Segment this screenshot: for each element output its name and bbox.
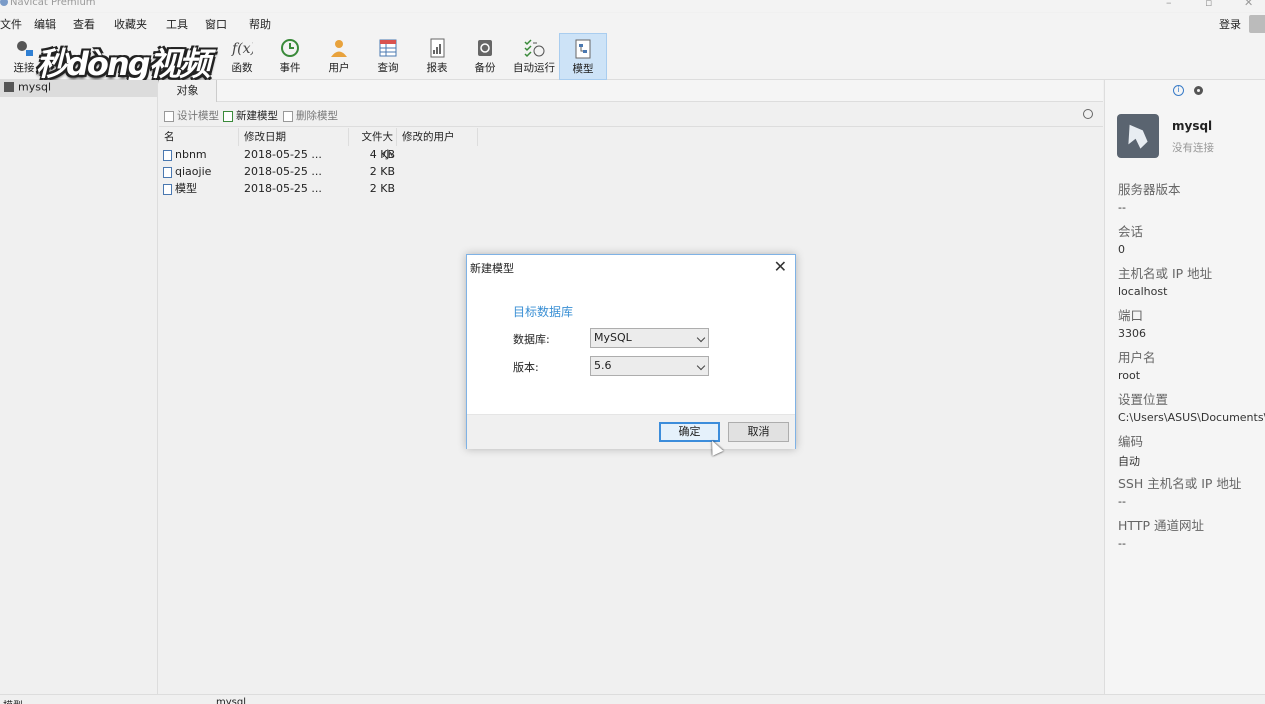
menu-window[interactable]: 窗口	[205, 16, 227, 32]
row-name: qiaojie	[163, 163, 211, 180]
gear-icon[interactable]	[1194, 86, 1203, 95]
user-avatar-icon[interactable]	[1249, 15, 1265, 33]
backup-icon	[478, 40, 492, 56]
delete-model-icon	[283, 110, 293, 122]
chevron-down-icon	[696, 361, 706, 371]
tab-objects[interactable]: 对象	[159, 80, 217, 102]
column-header-user[interactable]: 修改的用户	[397, 128, 478, 146]
tool-event[interactable]: 事件	[266, 33, 314, 80]
title-bar: Navicat Premium – ▫ ✕	[0, 0, 1265, 12]
row-date: 2018-05-25 ...	[244, 182, 322, 195]
schedule-icon	[524, 39, 545, 58]
connection-status: 没有连接	[1172, 142, 1214, 154]
model-file-icon	[163, 149, 172, 161]
event-clock-icon	[281, 39, 299, 57]
database-label: 数据库:	[513, 333, 550, 346]
info-host: 主机名或 IP 地址 localhost	[1118, 266, 1213, 298]
status-connection: mysql	[216, 697, 246, 704]
info-http-tunnel: HTTP 通道网址 --	[1118, 518, 1204, 550]
model-icon	[575, 39, 591, 59]
row-size: 2 KB	[369, 165, 395, 178]
row-name: nbnm	[163, 146, 207, 163]
database-select[interactable]: MySQL	[590, 328, 709, 348]
connection-name: mysql	[1172, 119, 1213, 133]
tool-schedule[interactable]: 自动运行	[510, 33, 558, 80]
info-icon[interactable]: i	[1173, 85, 1184, 96]
info-session: 会话 0	[1118, 224, 1144, 256]
tool-user[interactable]: 用户	[315, 33, 363, 80]
window-title: Navicat Premium	[0, 0, 96, 8]
tool-backup[interactable]: 备份	[461, 33, 509, 80]
app-window: Navicat Premium – ▫ ✕ 文件 编辑 查看 收藏夹 工具 窗口…	[0, 0, 1265, 704]
dialog-footer: 确定 取消	[467, 414, 795, 449]
model-file-icon	[163, 183, 172, 195]
info-server-version: 服务器版本 --	[1118, 182, 1181, 214]
tool-query[interactable]: 查询	[364, 33, 412, 80]
version-select[interactable]: 5.6	[590, 356, 709, 376]
cancel-button[interactable]: 取消	[728, 422, 789, 442]
svg-text:f(x): f(x)	[231, 41, 253, 57]
menu-tools[interactable]: 工具	[166, 16, 188, 32]
menu-bar: 文件 编辑 查看 收藏夹 工具 窗口 帮助 登录	[0, 13, 1265, 33]
delete-model-button[interactable]: 删除模型	[283, 108, 338, 123]
version-label: 版本:	[513, 361, 539, 374]
row-date: 2018-05-25 ...	[244, 165, 322, 178]
tool-report[interactable]: 报表	[413, 33, 461, 80]
navicat-icon	[0, 0, 8, 6]
row-size: 2 KB	[369, 182, 395, 195]
search-icon[interactable]	[1083, 109, 1093, 119]
object-toolbar: 设计模型 新建模型 删除模型	[159, 103, 1103, 127]
row-date: 2018-05-25 ...	[244, 148, 322, 161]
info-panel: i mysql 没有连接 服务器版本 -- 会话 0 主机名或 IP 地址 local…	[1104, 80, 1265, 694]
mysql-dolphin-icon	[1117, 114, 1159, 158]
table-row[interactable]: qiaojie 2018-05-25 ... 2 KB	[159, 163, 479, 180]
info-ssh-host: SSH 主机名或 IP 地址 --	[1118, 476, 1242, 508]
mysql-connection-icon	[4, 82, 14, 92]
ok-button[interactable]: 确定	[659, 422, 720, 442]
menu-view[interactable]: 查看	[73, 16, 95, 32]
connection-tree: mysql	[0, 80, 158, 694]
menu-edit[interactable]: 编辑	[34, 16, 56, 32]
row-size: 4 KB	[369, 148, 395, 161]
column-header-name[interactable]: 名	[159, 128, 239, 146]
tab-bar: 对象	[159, 80, 1103, 102]
function-icon: f(x)	[231, 41, 253, 57]
row-name: 模型	[163, 180, 197, 197]
query-table-icon	[379, 39, 397, 57]
tree-item-mysql[interactable]: mysql	[0, 80, 157, 97]
design-model-icon	[164, 110, 174, 122]
new-model-button[interactable]: 新建模型	[223, 108, 278, 123]
close-window-icon[interactable]: ✕	[1244, 0, 1253, 9]
model-file-icon	[163, 166, 172, 178]
tool-model[interactable]: 模型	[559, 33, 607, 80]
new-model-dialog: 新建模型 ✕ 目标数据库 数据库: MySQL 版本: 5.6 确定 取消	[466, 254, 796, 449]
connection-icon	[17, 41, 33, 56]
login-link[interactable]: 登录	[1219, 16, 1241, 32]
user-icon	[331, 40, 347, 57]
info-encoding: 编码 自动	[1118, 434, 1144, 468]
maximize-icon[interactable]: ▫	[1205, 0, 1212, 9]
info-settings-location: 设置位置C:\Users\ASUS\Documents\Na	[1118, 392, 1265, 424]
table-row[interactable]: 模型 2018-05-25 ... 2 KB	[159, 180, 479, 197]
tool-function[interactable]: f(x) 函数	[218, 33, 266, 80]
menu-file[interactable]: 文件	[0, 16, 22, 32]
target-database-heading: 目标数据库	[513, 305, 574, 319]
design-model-button[interactable]: 设计模型	[164, 108, 219, 123]
status-bar: 模型 mysql	[0, 694, 1265, 704]
close-icon[interactable]: ✕	[774, 257, 787, 276]
menu-favorites[interactable]: 收藏夹	[114, 16, 147, 32]
report-icon	[430, 38, 445, 58]
status-left: 模型	[3, 697, 23, 704]
minimize-icon[interactable]: –	[1166, 0, 1172, 9]
chevron-down-icon	[696, 333, 706, 343]
info-username: 用户名 root	[1118, 350, 1156, 382]
column-header-size[interactable]: 文件大小	[349, 128, 397, 161]
column-header-modified[interactable]: 修改日期	[239, 128, 349, 146]
video-watermark-logo: 秒dòng视频	[36, 45, 211, 83]
new-model-icon	[223, 110, 233, 122]
table-row[interactable]: nbnm 2018-05-25 ... 4 KB	[159, 146, 479, 163]
dialog-title: 新建模型	[470, 262, 514, 275]
menu-help[interactable]: 帮助	[249, 16, 271, 32]
info-port: 端口 3306	[1118, 308, 1146, 340]
